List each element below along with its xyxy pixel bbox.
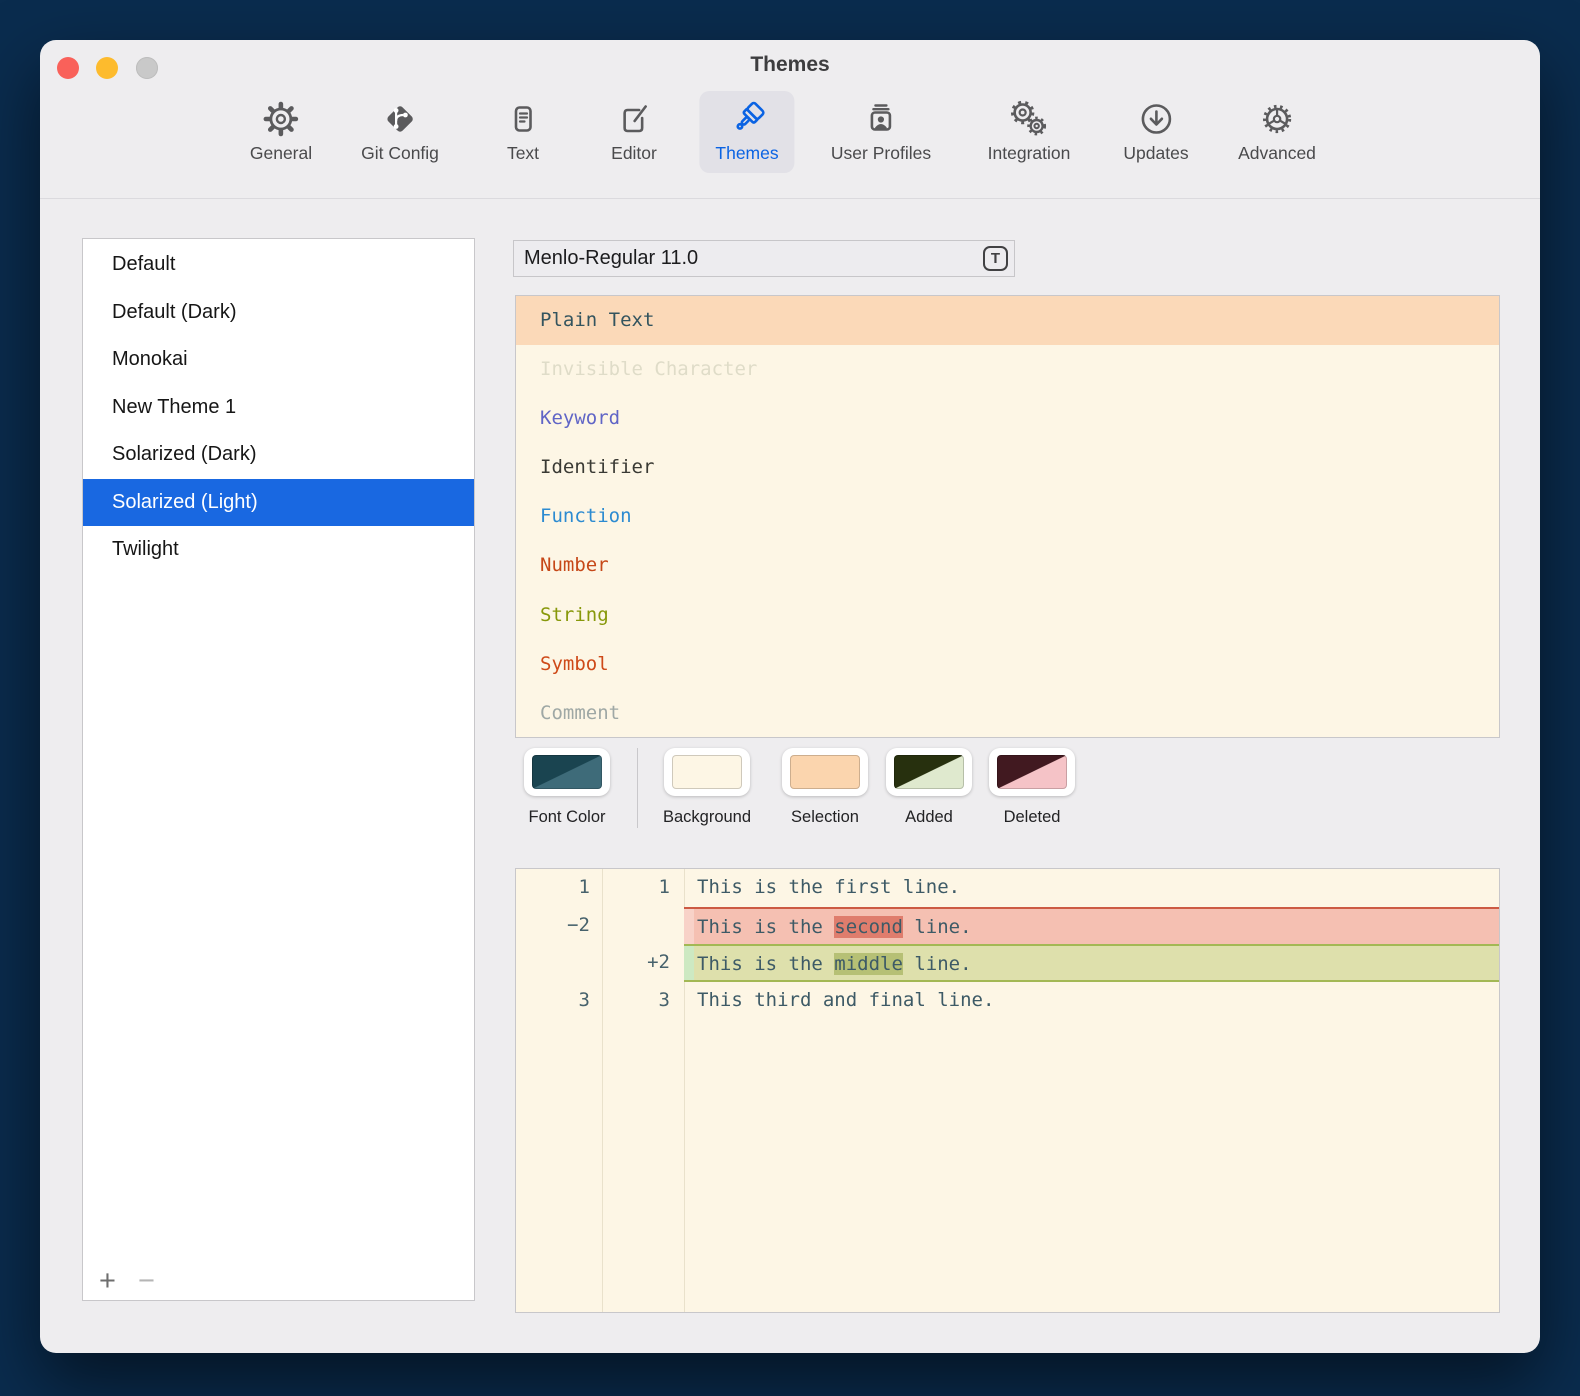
theme-item-monokai[interactable]: Monokai <box>83 336 474 384</box>
changed-word-highlight: middle <box>834 953 903 975</box>
preview-row-invisible-character[interactable]: Invisible Character <box>516 345 1499 394</box>
old-line-number: −2 <box>516 907 602 945</box>
cog-wheel-icon <box>1255 97 1299 141</box>
background-swatch[interactable] <box>664 748 750 796</box>
preview-row-function[interactable]: Function <box>516 492 1499 541</box>
font-color-label: Font Color <box>528 808 605 827</box>
font-color-swatch[interactable] <box>524 748 610 796</box>
font-picker-button[interactable]: T <box>983 246 1008 271</box>
diff-row-context-1: 1 1 This is the first line. <box>516 869 1499 907</box>
tab-integration[interactable]: Integration <box>972 91 1087 173</box>
selection-chip <box>790 755 860 789</box>
deleted-chip <box>997 755 1067 789</box>
tab-label: Updates <box>1123 143 1188 164</box>
font-field[interactable]: Menlo-Regular 11.0 T <box>513 240 1015 277</box>
gears-icon <box>1007 97 1051 141</box>
tab-label: Themes <box>715 143 778 164</box>
theme-item-default[interactable]: Default <box>83 241 474 289</box>
new-line-number: +2 <box>602 944 684 982</box>
deleted-label: Deleted <box>1004 808 1061 827</box>
theme-item-twilight[interactable]: Twilight <box>83 526 474 574</box>
tab-git-config[interactable]: Git Config <box>345 91 455 173</box>
tab-label: Text <box>507 143 539 164</box>
font-name-value: Menlo-Regular 11.0 <box>524 247 983 270</box>
change-strip <box>684 946 694 980</box>
diff-line-text: This third and final line. <box>684 982 1499 1020</box>
theme-item-solarized-dark[interactable]: Solarized (Dark) <box>83 431 474 479</box>
preferences-window: Themes General <box>40 40 1540 1353</box>
theme-list: Default Default (Dark) Monokai New Theme… <box>82 238 475 1301</box>
preview-row-keyword[interactable]: Keyword <box>516 394 1499 443</box>
tab-text[interactable]: Text <box>485 91 561 173</box>
old-line-number: 1 <box>516 869 602 907</box>
tab-label: User Profiles <box>831 143 931 164</box>
swatch-divider <box>637 748 638 828</box>
preview-row-identifier[interactable]: Identifier <box>516 443 1499 492</box>
tab-editor[interactable]: Editor <box>595 91 673 173</box>
added-chip <box>894 755 964 789</box>
tab-updates[interactable]: Updates <box>1107 91 1204 173</box>
background-label: Background <box>663 808 751 827</box>
diff-row-deleted: −2 This is the second line. <box>516 907 1499 945</box>
preview-row-string[interactable]: String <box>516 591 1499 640</box>
tab-general[interactable]: General <box>234 91 328 173</box>
titlebar-toolbar: Themes General <box>40 40 1540 199</box>
add-theme-button[interactable]: + <box>99 1266 116 1296</box>
old-line-number <box>516 944 602 982</box>
user-profiles-icon <box>859 97 903 141</box>
theme-item-default-dark[interactable]: Default (Dark) <box>83 289 474 337</box>
new-line-number: 3 <box>602 982 684 1020</box>
gutter-divider-1 <box>602 869 603 1312</box>
tab-user-profiles[interactable]: User Profiles <box>815 91 947 173</box>
tab-themes[interactable]: Themes <box>699 91 794 173</box>
preview-row-symbol[interactable]: Symbol <box>516 640 1499 689</box>
changed-word-highlight: second <box>834 916 903 938</box>
remove-theme-button[interactable]: − <box>138 1266 155 1296</box>
old-line-number: 3 <box>516 982 602 1020</box>
added-swatch[interactable] <box>886 748 972 796</box>
paint-brush-icon <box>725 97 769 141</box>
selection-label: Selection <box>791 808 859 827</box>
download-circle-icon <box>1134 97 1178 141</box>
theme-item-solarized-light[interactable]: Solarized (Light) <box>83 479 474 527</box>
tab-advanced[interactable]: Advanced <box>1222 91 1332 173</box>
preview-row-comment[interactable]: Comment <box>516 689 1499 738</box>
tab-label: Editor <box>611 143 657 164</box>
preview-row-plain-text[interactable]: Plain Text <box>516 296 1499 345</box>
diff-line-text: This is the middle line. <box>684 944 1499 982</box>
selection-swatch[interactable] <box>782 748 868 796</box>
diff-line-text: This is the second line. <box>684 907 1499 945</box>
diff-line-text: This is the first line. <box>684 869 1499 907</box>
preview-row-number[interactable]: Number <box>516 541 1499 590</box>
tab-label: Advanced <box>1238 143 1316 164</box>
syntax-preview-panel: Plain Text Invisible Character Keyword I… <box>515 295 1500 738</box>
new-line-number <box>602 907 684 945</box>
deleted-swatch[interactable] <box>989 748 1075 796</box>
change-strip <box>684 982 694 1020</box>
new-line-number: 1 <box>602 869 684 907</box>
font-color-chip <box>532 755 602 789</box>
tab-label: General <box>250 143 312 164</box>
diff-row-added: +2 This is the middle line. <box>516 944 1499 982</box>
window-title: Themes <box>40 53 1540 77</box>
git-branch-icon <box>378 97 422 141</box>
editor-pencil-icon <box>612 97 656 141</box>
gear-icon <box>259 97 303 141</box>
diff-row-context-3: 3 3 This third and final line. <box>516 982 1499 1020</box>
tab-label: Git Config <box>361 143 439 164</box>
text-document-icon <box>501 97 545 141</box>
theme-item-new-theme-1[interactable]: New Theme 1 <box>83 384 474 432</box>
background-chip <box>672 755 742 789</box>
change-strip <box>684 869 694 907</box>
diff-preview-panel: 1 1 This is the first line. −2 This is t… <box>515 868 1500 1313</box>
added-label: Added <box>905 808 953 827</box>
list-footer: + − <box>99 1266 155 1296</box>
tab-label: Integration <box>988 143 1071 164</box>
change-strip <box>684 909 694 945</box>
